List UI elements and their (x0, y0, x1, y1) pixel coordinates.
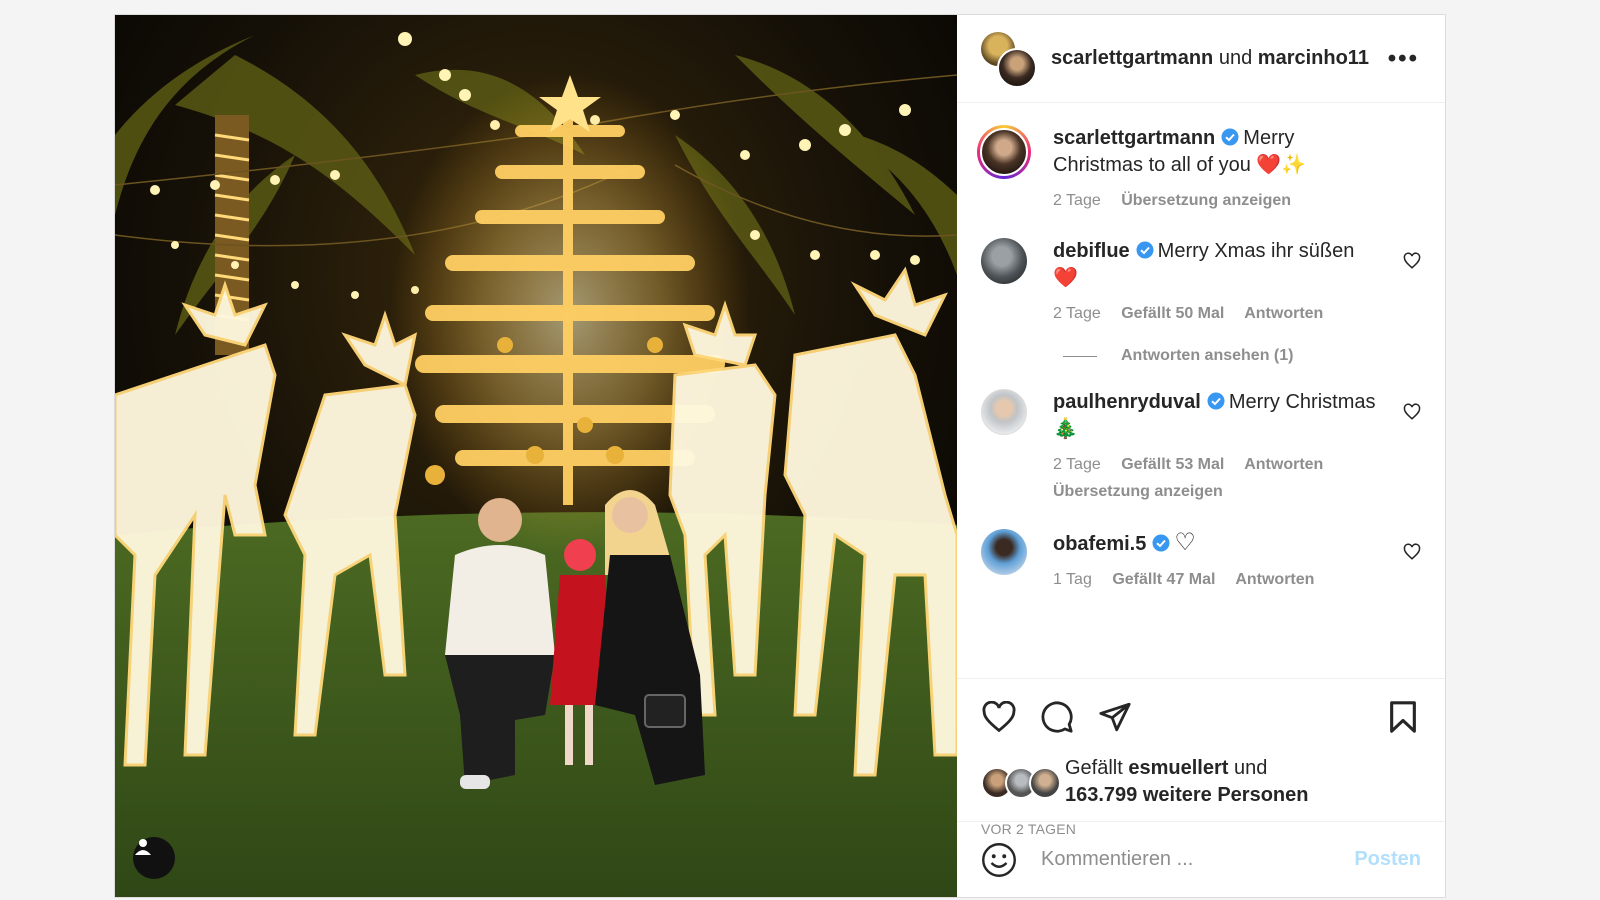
comment-time[interactable]: 2 Tage (1053, 456, 1101, 473)
likes-summary: Gefällt esmuellert und 163.799 weitere P… (981, 755, 1421, 809)
post-header: scarlettgartmann und marcinho11 ••• (957, 15, 1445, 103)
view-replies-label: Antworten ansehen (1) (1121, 347, 1294, 364)
verified-badge-icon (1136, 241, 1154, 259)
user-icon (135, 839, 151, 855)
post-authors: scarlettgartmann und marcinho11 (1051, 47, 1388, 70)
verified-badge-icon (1152, 534, 1170, 552)
comment-emoji: ♡ (1174, 529, 1196, 556)
verified-badge-icon (1221, 128, 1239, 146)
like-comment-heart-icon[interactable] (1403, 252, 1421, 270)
comment-input[interactable] (1039, 847, 1355, 872)
save-bookmark-icon[interactable] (1385, 699, 1421, 735)
more-options-icon[interactable]: ••• (1388, 45, 1419, 73)
like-heart-icon[interactable] (981, 699, 1017, 735)
avatar (997, 47, 1037, 88)
reply-button[interactable]: Antworten (1244, 456, 1323, 473)
comment-time[interactable]: 2 Tage (1053, 305, 1101, 322)
author-link[interactable]: scarlettgartmann (1051, 47, 1213, 69)
liker-avatars[interactable] (981, 767, 1061, 799)
avatar[interactable] (981, 389, 1027, 435)
avatar[interactable] (977, 125, 1031, 179)
avatar[interactable] (981, 529, 1027, 575)
likes-prefix: Gefällt (1065, 757, 1123, 779)
comment-username[interactable]: scarlettgartmann (1053, 127, 1215, 149)
comment-text: Merry Christmas (1228, 391, 1376, 413)
christmas-family-photo (115, 15, 957, 897)
reply-button[interactable]: Antworten (1235, 571, 1314, 588)
author-joiner: und (1218, 47, 1253, 69)
comment-likes[interactable]: Gefällt 47 Mal (1112, 571, 1215, 588)
comment-likes[interactable]: Gefällt 50 Mal (1121, 305, 1224, 322)
translate-link[interactable]: Übersetzung anzeigen (1053, 483, 1223, 500)
caption: scarlettgartmann Merry Christmas to all o… (977, 125, 1421, 214)
post-photo[interactable] (115, 15, 957, 897)
add-comment-bar: Posten (957, 821, 1445, 897)
comment-item: obafemi.5 ♡ 1 Tag Gefällt 47 Mal Antworte… (981, 529, 1421, 593)
verified-badge-icon (1207, 392, 1225, 410)
comment-item: debiflue Merry Xmas ihr süßen ❤️ 2 Tage G… (981, 238, 1421, 327)
action-bar (981, 697, 1421, 737)
author-link[interactable]: marcinho11 (1258, 47, 1369, 69)
translate-link[interactable]: Übersetzung anzeigen (1121, 192, 1291, 209)
caption-emojis: ❤️✨ (1256, 154, 1307, 176)
comment-time[interactable]: 2 Tage (1053, 192, 1101, 209)
view-replies-button[interactable]: Antworten ansehen (1) (1063, 347, 1421, 365)
tagged-users-button[interactable] (133, 837, 175, 879)
post-side-panel: scarlettgartmann und marcinho11 ••• scar… (957, 15, 1445, 897)
comment-emoji: ❤️ (1053, 267, 1078, 289)
post-comment-button[interactable]: Posten (1354, 848, 1421, 871)
collab-avatars[interactable] (981, 31, 1037, 88)
comment-item: paulhenryduval Merry Christmas 🎄 2 Tage G… (981, 389, 1421, 505)
reply-button[interactable]: Antworten (1244, 305, 1323, 322)
comment-emoji: 🎄 (1053, 418, 1078, 440)
likes-count[interactable]: 163.799 weitere Personen (1065, 784, 1308, 806)
avatar[interactable] (981, 238, 1027, 284)
like-comment-heart-icon[interactable] (1403, 543, 1421, 561)
comment-likes[interactable]: Gefällt 53 Mal (1121, 456, 1224, 473)
like-comment-heart-icon[interactable] (1403, 403, 1421, 421)
comment-time[interactable]: 1 Tag (1053, 571, 1092, 588)
share-paper-plane-icon[interactable] (1097, 699, 1133, 735)
emoji-smiley-icon[interactable] (981, 842, 1017, 878)
comment-username[interactable]: obafemi.5 (1053, 533, 1146, 555)
comment-bubble-icon[interactable] (1039, 699, 1075, 735)
replies-divider (1063, 355, 1097, 357)
likes-suffix: und (1234, 757, 1268, 779)
liker-username[interactable]: esmuellert (1128, 757, 1228, 779)
instagram-post: scarlettgartmann und marcinho11 ••• scar… (114, 14, 1446, 898)
comment-username[interactable]: debiflue (1053, 240, 1130, 262)
comments-list[interactable]: scarlettgartmann Merry Christmas to all o… (957, 103, 1445, 678)
comment-text: Merry Xmas ihr süßen (1157, 240, 1355, 262)
comment-username[interactable]: paulhenryduval (1053, 391, 1201, 413)
